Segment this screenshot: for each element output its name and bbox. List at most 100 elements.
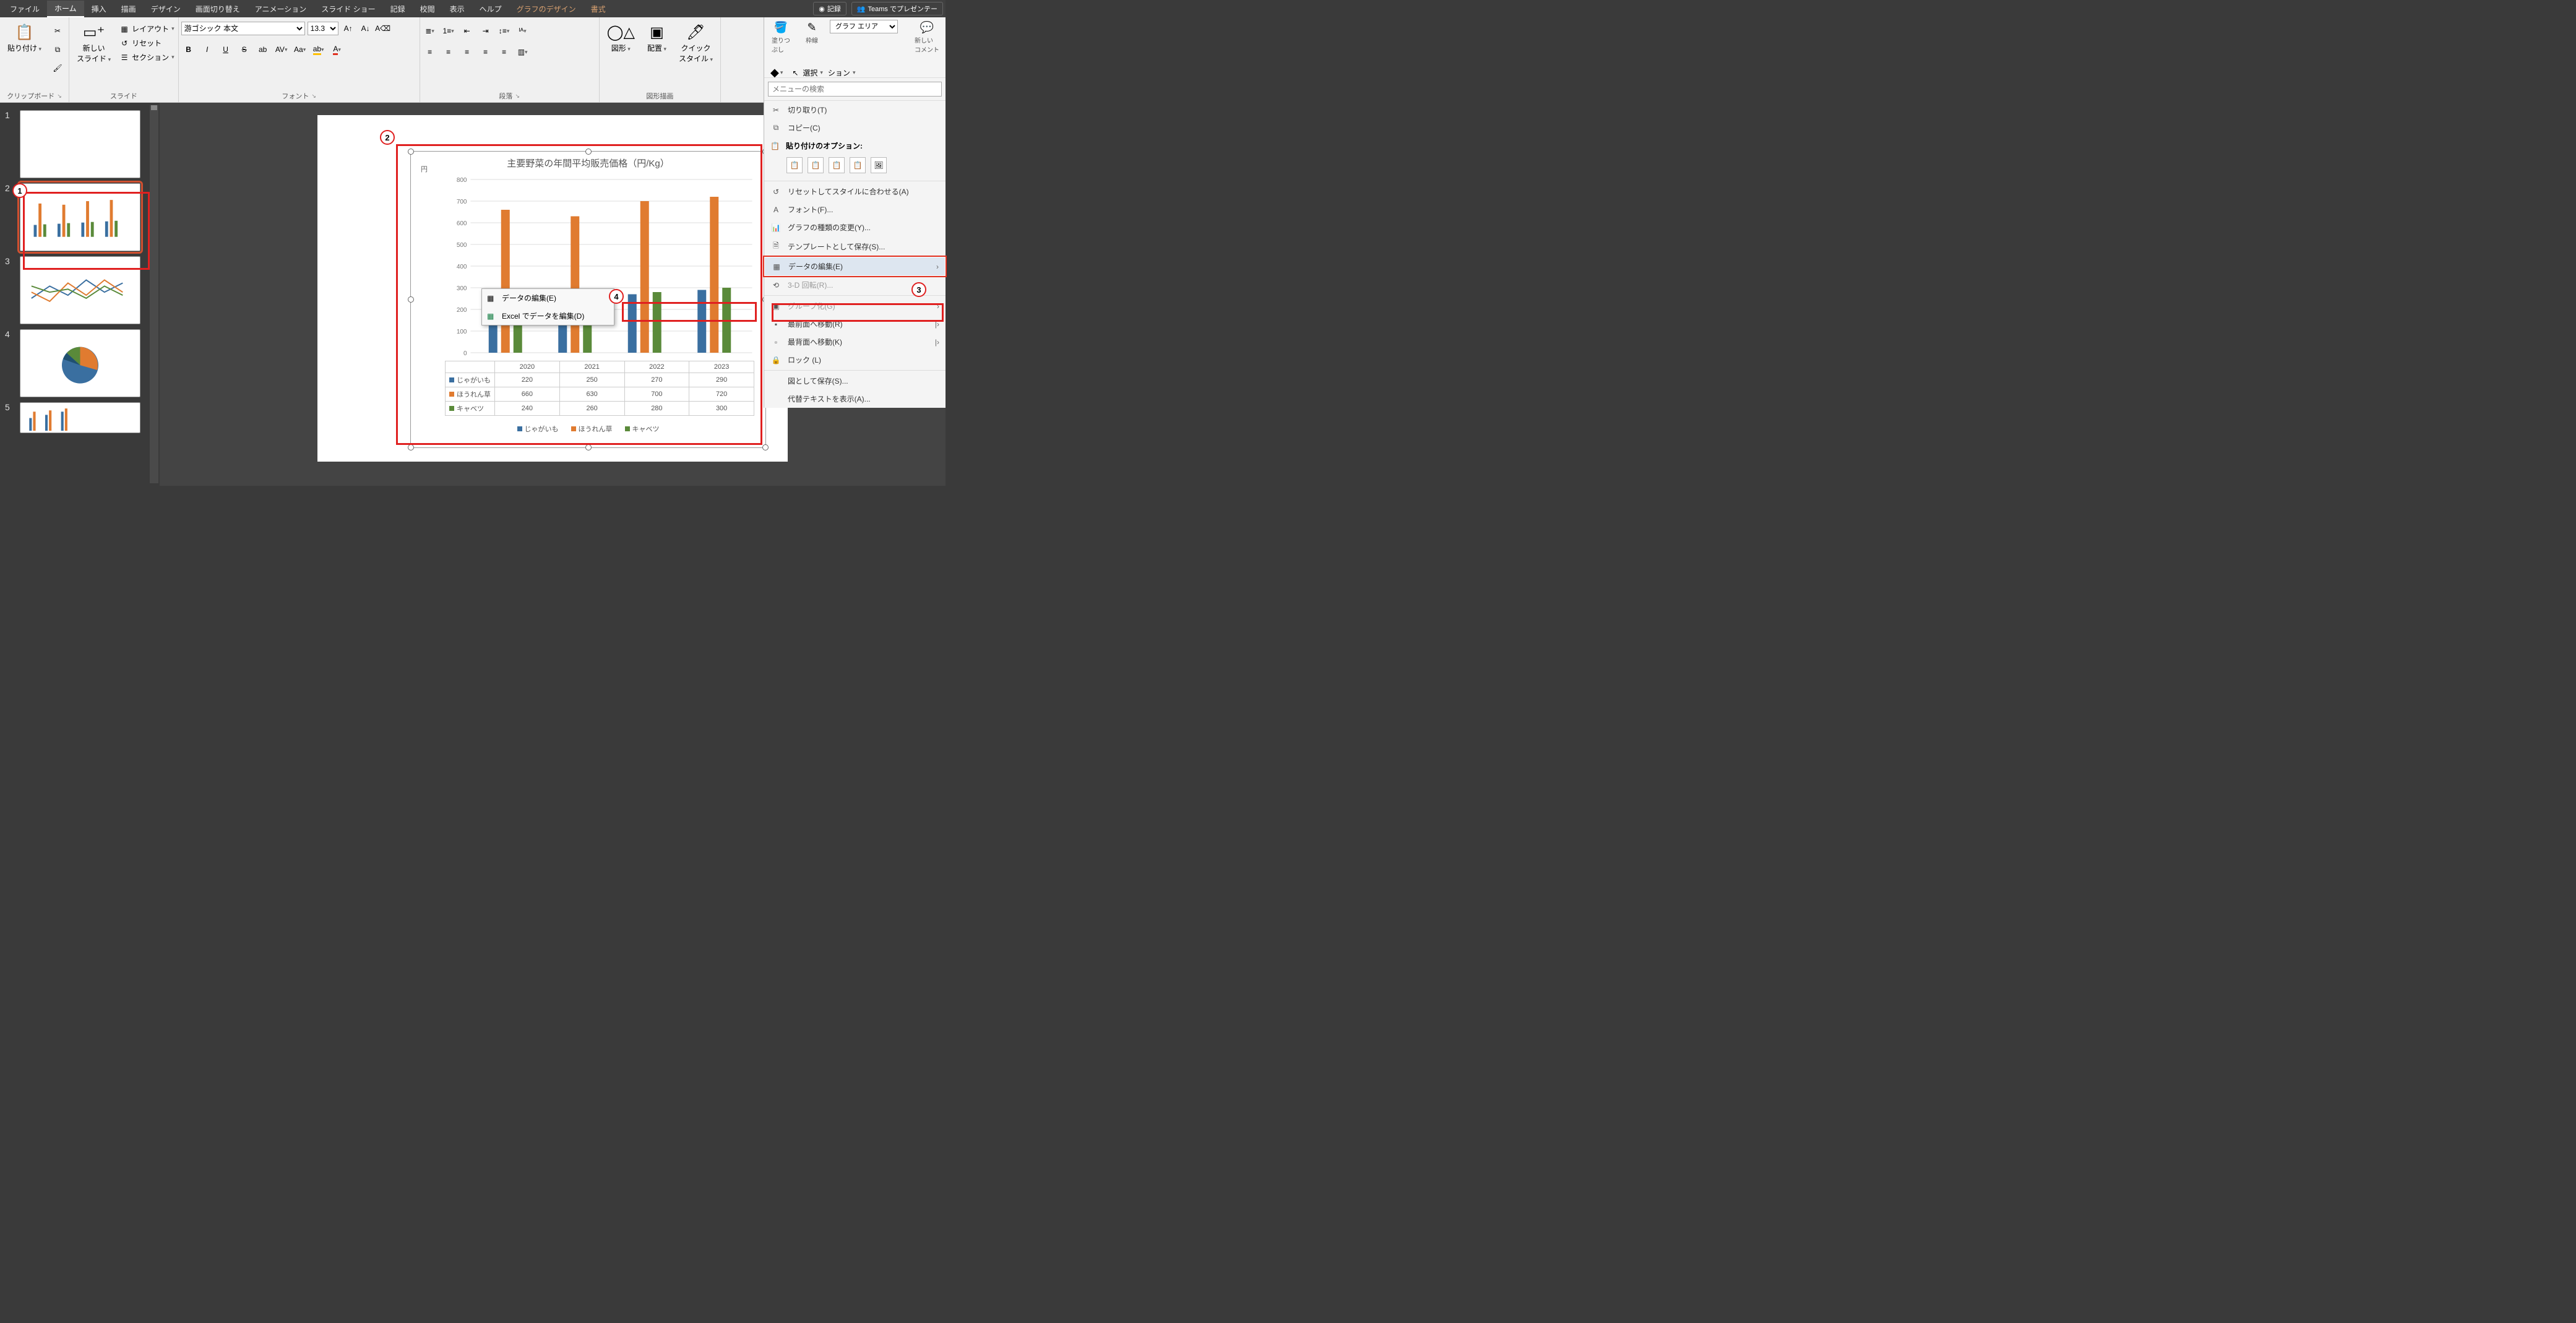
thumbnail-panel[interactable]: 1 2 3: [0, 103, 160, 486]
chart-type-icon: 📊: [770, 223, 782, 232]
justify-button[interactable]: ≡: [478, 45, 493, 59]
chart-element-select[interactable]: グラフ エリア: [830, 20, 898, 33]
ctx-font[interactable]: Aフォント(F)...: [764, 200, 946, 218]
layout-button[interactable]: ▦レイアウト: [119, 24, 174, 34]
clipboard-launcher-icon[interactable]: ↘: [57, 93, 62, 100]
resize-handle[interactable]: [408, 296, 414, 303]
tab-home[interactable]: ホーム: [47, 1, 84, 17]
quick-styles-button[interactable]: 🖊クイック スタイル: [674, 21, 718, 66]
ctx-send-back[interactable]: ▫最背面へ移動(K)|›: [764, 333, 946, 351]
ctx-copy[interactable]: ⧉コピー(C): [764, 119, 946, 137]
tab-insert[interactable]: 挿入: [84, 1, 114, 17]
chart-plot-area[interactable]: 0100200300400500600700800: [442, 176, 759, 362]
new-comment-button[interactable]: 💬新しい コメント: [912, 20, 942, 55]
shape-outline-button[interactable]: ✎枠線: [799, 20, 825, 55]
selection-button[interactable]: ↖選択: [790, 65, 823, 80]
shape-effects-button[interactable]: ◆: [768, 65, 785, 80]
tab-transitions[interactable]: 画面切り替え: [188, 1, 248, 17]
tab-format[interactable]: 書式: [584, 1, 613, 17]
shape-fill-button[interactable]: 🪣塗りつ ぶし: [768, 20, 794, 55]
font-family-select[interactable]: 游ゴシック 本文: [181, 22, 305, 35]
strikethrough-button[interactable]: S: [237, 42, 252, 57]
highlight-color-button[interactable]: ab: [311, 42, 326, 57]
thumbnail-scrollbar[interactable]: [150, 105, 158, 483]
slide-thumbnail-2[interactable]: [20, 183, 140, 251]
tab-file[interactable]: ファイル: [2, 1, 47, 17]
record-button[interactable]: ◉記録: [813, 2, 846, 15]
numbering-button[interactable]: 1≡: [441, 24, 456, 38]
ctx-lock[interactable]: 🔒ロック (L): [764, 351, 946, 369]
thumb-number: 4: [5, 329, 16, 339]
tab-draw[interactable]: 描画: [114, 1, 144, 17]
ctx-save-as-picture[interactable]: 図として保存(S)...: [764, 372, 946, 390]
tab-view[interactable]: 表示: [442, 1, 472, 17]
ctx-change-chart-type[interactable]: 📊グラフの種類の変更(Y)...: [764, 218, 946, 236]
paste-opt-2[interactable]: 📋: [808, 157, 824, 173]
resize-handle[interactable]: [585, 444, 592, 450]
shapes-button[interactable]: ◯△図形: [602, 21, 640, 56]
paste-opt-1[interactable]: 📋: [786, 157, 803, 173]
grow-font-icon[interactable]: A↑: [341, 21, 356, 36]
change-case-button[interactable]: Aa: [293, 42, 308, 57]
char-spacing-button[interactable]: AV: [274, 42, 289, 57]
bold-button[interactable]: B: [181, 42, 196, 57]
font-launcher-icon[interactable]: ↘: [311, 93, 316, 100]
tab-chart-design[interactable]: グラフのデザイン: [509, 1, 584, 17]
decrease-indent-button[interactable]: ⇤: [460, 24, 475, 38]
clear-format-icon[interactable]: A⌫: [376, 21, 390, 36]
ctx-bring-front[interactable]: ▪最前面へ移動(R)|›: [764, 315, 946, 333]
ctx-alt-text[interactable]: 代替テキストを表示(A)...: [764, 390, 946, 408]
font-size-select[interactable]: 13.3: [308, 22, 338, 35]
paste-button[interactable]: 📋 貼り付け: [2, 21, 46, 56]
tab-help[interactable]: ヘルプ: [472, 1, 509, 17]
copy-icon[interactable]: ⧉: [50, 42, 65, 57]
line-spacing-button[interactable]: ↕≡: [497, 24, 512, 38]
align-right-button[interactable]: ≡: [460, 45, 475, 59]
menu-search-input[interactable]: [768, 82, 942, 97]
slide-thumbnail-4[interactable]: [20, 329, 140, 397]
italic-button[interactable]: I: [200, 42, 215, 57]
reset-button[interactable]: ↺リセット: [119, 38, 174, 48]
shrink-font-icon[interactable]: A↓: [358, 21, 373, 36]
tab-review[interactable]: 校閲: [413, 1, 442, 17]
paragraph-launcher-icon[interactable]: ↘: [515, 93, 520, 100]
font-color-button[interactable]: A: [330, 42, 345, 57]
paste-opt-3[interactable]: 📋: [829, 157, 845, 173]
align-left-button[interactable]: ≡: [423, 45, 437, 59]
section-button[interactable]: ☰セクション: [119, 52, 174, 62]
increase-indent-button[interactable]: ⇥: [478, 24, 493, 38]
align-center-button[interactable]: ≡: [441, 45, 456, 59]
ctx-reset-style[interactable]: ↺リセットしてスタイルに合わせる(A): [764, 183, 946, 200]
tab-animations[interactable]: アニメーション: [248, 1, 314, 17]
resize-handle[interactable]: [762, 444, 769, 450]
bullets-button[interactable]: ≣: [423, 24, 437, 38]
cut-icon[interactable]: ✂: [50, 24, 65, 38]
ctx-save-template[interactable]: 🗎テンプレートとして保存(S)...: [764, 236, 946, 257]
underline-button[interactable]: U: [218, 42, 233, 57]
slide-thumbnail-1[interactable]: [20, 110, 140, 178]
submenu-edit-excel[interactable]: ▦ Excel でデータを編集(D): [482, 307, 614, 325]
ribbon-group-paragraph: ≣ 1≡ ⇤ ⇥ ↕≡ ᴵᴬ ≡ ≡ ≡ ≡ ≡ ▥ 段落↘: [420, 17, 600, 102]
resize-handle[interactable]: [585, 149, 592, 155]
distribute-button[interactable]: ≡: [497, 45, 512, 59]
text-direction-button[interactable]: ᴵᴬ: [515, 24, 530, 38]
resize-handle[interactable]: [408, 149, 414, 155]
ctx-edit-data[interactable]: ▦データの編集(E)›: [764, 257, 946, 276]
paste-opt-5[interactable]: 🖼: [871, 157, 887, 173]
teams-present-button[interactable]: 👥Teams でプレゼンテー: [851, 2, 943, 15]
tab-slideshow[interactable]: スライド ショー: [314, 1, 382, 17]
ctx-cut[interactable]: ✂切り取り(T): [764, 101, 946, 119]
more-button[interactable]: ション: [828, 65, 856, 80]
slide-thumbnail-3[interactable]: [20, 256, 140, 324]
resize-handle[interactable]: [408, 444, 414, 450]
tab-design[interactable]: デザイン: [144, 1, 188, 17]
new-slide-button[interactable]: ▭⁺ 新しい スライド: [72, 21, 116, 66]
arrange-button[interactable]: ▣配置: [642, 21, 671, 56]
columns-button[interactable]: ▥: [515, 45, 530, 59]
format-painter-icon[interactable]: 🖌: [50, 61, 65, 75]
submenu-edit-data[interactable]: ▦ データの編集(E): [482, 289, 614, 307]
paste-opt-4[interactable]: 📋: [850, 157, 866, 173]
tab-record[interactable]: 記録: [383, 1, 413, 17]
slide-thumbnail-5[interactable]: [20, 402, 140, 433]
shadow-button[interactable]: ab: [256, 42, 270, 57]
